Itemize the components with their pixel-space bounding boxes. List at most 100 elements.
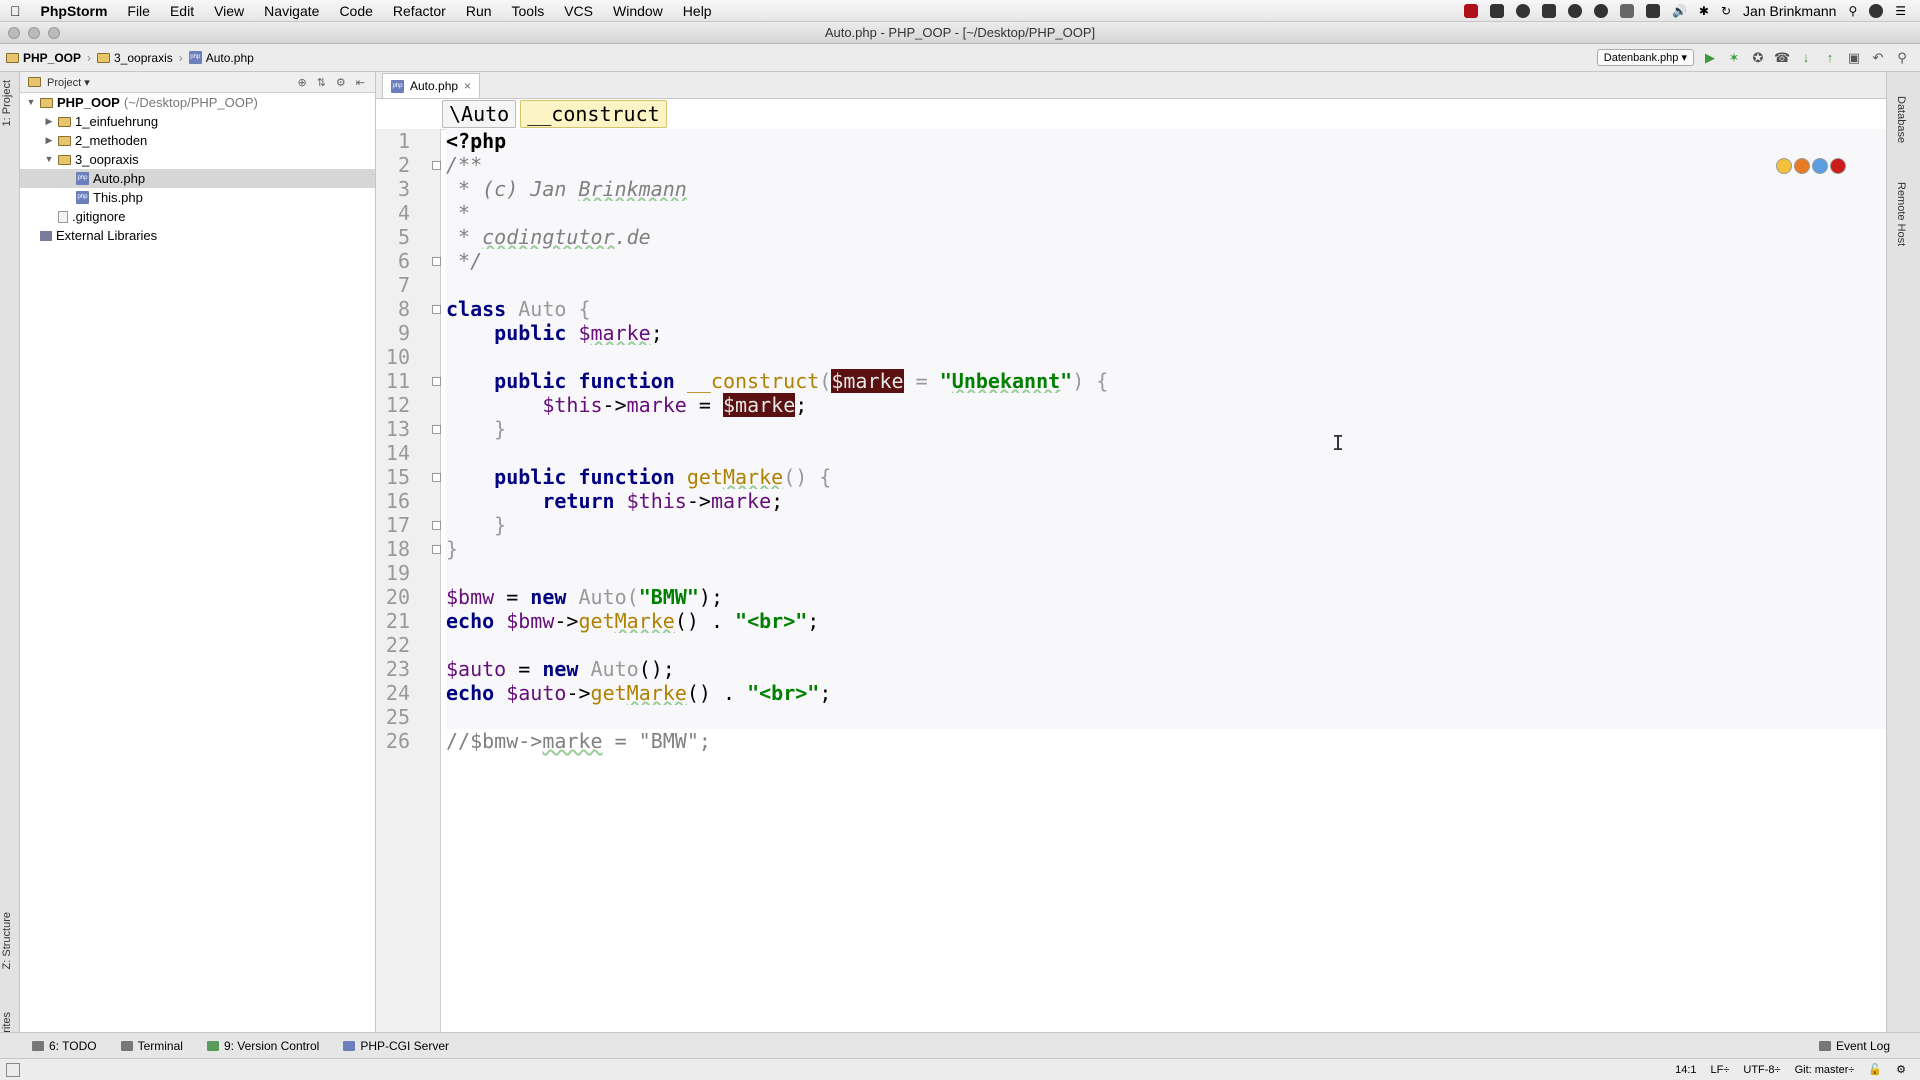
listen-debug-icon[interactable]: ☎ [1774,50,1790,66]
code-editor[interactable]: <?php /** * (c) Jan Brinkmann * * coding… [446,129,1886,1032]
fold-marker-icon[interactable] [432,305,441,314]
breadcrumb-project[interactable]: PHP_OOP [0,51,87,65]
line-number[interactable]: 2 [376,153,410,177]
breadcrumb-file[interactable]: php Auto.php [183,51,260,65]
tree-item[interactable]: php Auto.php [20,169,375,188]
fold-marker-icon[interactable] [432,425,441,434]
line-separator[interactable]: LF÷ [1711,1064,1730,1076]
vcs-commit-icon[interactable]: ↑ [1822,50,1838,66]
fold-marker-icon[interactable] [432,473,441,482]
fold-marker-icon[interactable] [432,161,441,170]
time-machine-icon[interactable]: ↻ [1721,4,1731,18]
search-icon[interactable]: ⚲ [1894,50,1910,66]
app-menu[interactable]: PhpStorm [31,0,118,22]
fold-marker-icon[interactable] [432,545,441,554]
fold-marker-icon[interactable] [432,377,441,386]
menu-tools[interactable]: Tools [502,0,555,22]
line-number[interactable]: 25 [376,705,410,729]
line-number[interactable]: 5 [376,225,410,249]
tool-tab-remote-host[interactable]: Remote Host [1895,182,1907,246]
locate-file-icon[interactable]: ⊕ [297,76,306,89]
line-number[interactable]: 13 [376,417,410,441]
line-number[interactable]: 7 [376,273,410,297]
coverage-icon[interactable]: ✪ [1750,50,1766,66]
menu-help[interactable]: Help [673,0,722,22]
apple-icon[interactable]:  [0,0,31,22]
run-icon[interactable]: ▶ [1702,50,1718,66]
line-number[interactable]: 4 [376,201,410,225]
eye-icon[interactable] [1593,3,1608,18]
hide-panel-icon[interactable]: ⇤ [356,76,365,89]
line-number[interactable]: 10 [376,345,410,369]
tree-item[interactable]: php This.php [20,188,375,207]
menu-navigate[interactable]: Navigate [254,0,329,22]
chrome-icon[interactable] [1776,158,1792,174]
line-number[interactable]: 18 [376,537,410,561]
spotlight-icon[interactable]: ⚲ [1848,4,1857,18]
safari-icon[interactable] [1812,158,1828,174]
tree-item[interactable]: ▼ PHP_OOP (~/Desktop/PHP_OOP) [20,93,375,112]
git-branch[interactable]: Git: master÷ [1795,1064,1855,1076]
project-view-select[interactable]: Project ▾ [47,76,90,89]
leaf-icon[interactable] [1567,3,1582,18]
line-number[interactable]: 1 [376,129,410,153]
line-number[interactable]: 19 [376,561,410,585]
scope-method[interactable]: __construct [520,100,667,128]
tool-tab-terminal[interactable]: Terminal [109,1039,195,1053]
caret-position[interactable]: 14:1 [1675,1064,1696,1076]
file-encoding[interactable]: UTF-8÷ [1743,1064,1780,1076]
menu-code[interactable]: Code [329,0,382,22]
collapse-arrow-icon[interactable]: ▼ [44,150,54,169]
dropbox-icon[interactable] [1619,3,1634,18]
menu-vcs[interactable]: VCS [554,0,603,22]
breadcrumb-folder[interactable]: 3_oopraxis [91,51,179,65]
volume-icon[interactable]: 🔊 [1672,4,1687,18]
run-configuration-select[interactable]: Datenbank.php ▾ [1596,49,1694,66]
fold-marker-icon[interactable] [432,257,441,266]
line-number[interactable]: 21 [376,609,410,633]
scope-class[interactable]: \Auto [442,100,517,128]
tree-item[interactable]: .gitignore [20,207,375,226]
tree-item[interactable]: ▶ 2_methoden [20,131,375,150]
menu-refactor[interactable]: Refactor [383,0,456,22]
toggle-tool-windows-icon[interactable] [6,1062,20,1077]
collapse-all-icon[interactable]: ⇅ [317,76,326,89]
line-number[interactable]: 26 [376,729,410,753]
lock-icon[interactable]: 🔓 [1868,1063,1882,1076]
menu-file[interactable]: File [117,0,160,22]
vcs-update-icon[interactable]: ↓ [1798,50,1814,66]
line-number[interactable]: 11 [376,369,410,393]
tree-item[interactable]: External Libraries [20,226,375,245]
fold-marker-icon[interactable] [432,521,441,530]
line-number[interactable]: 23 [376,657,410,681]
notification-icon[interactable] [1869,3,1884,18]
tool-tab-version-control[interactable]: 9: Version Control [195,1039,331,1053]
tool-tab-database[interactable]: Database [1895,96,1907,143]
tool-tab-project[interactable]: 1: Project [1,80,13,126]
info-icon[interactable] [1515,3,1530,18]
line-number[interactable]: 17 [376,513,410,537]
user-name[interactable]: Jan Brinkmann [1743,3,1836,19]
menu-edit[interactable]: Edit [160,0,204,22]
tree-item[interactable]: ▶ 1_einfuehrung [20,112,375,131]
line-number[interactable]: 8 [376,297,410,321]
tool-tab-todo[interactable]: 6: TODO [20,1039,109,1053]
line-number[interactable]: 9 [376,321,410,345]
line-number[interactable]: 16 [376,489,410,513]
line-number[interactable]: 15 [376,465,410,489]
menu-view[interactable]: View [204,0,254,22]
line-number[interactable]: 24 [376,681,410,705]
evernote-icon[interactable] [1541,3,1556,18]
line-number[interactable]: 14 [376,441,410,465]
vcs-history-icon[interactable]: ▣ [1846,50,1862,66]
tray-app-icon[interactable] [1489,3,1504,18]
expand-arrow-icon[interactable]: ▶ [44,131,54,150]
line-number[interactable]: 12 [376,393,410,417]
inspector-icon[interactable]: ⚙ [1896,1063,1906,1076]
bluetooth-icon[interactable]: ✱ [1699,4,1709,18]
opera-icon[interactable] [1830,158,1846,174]
recording-icon[interactable] [1463,3,1478,18]
menu-window[interactable]: Window [603,0,673,22]
close-tab-icon[interactable]: × [464,79,471,93]
expand-arrow-icon[interactable]: ▶ [44,112,54,131]
